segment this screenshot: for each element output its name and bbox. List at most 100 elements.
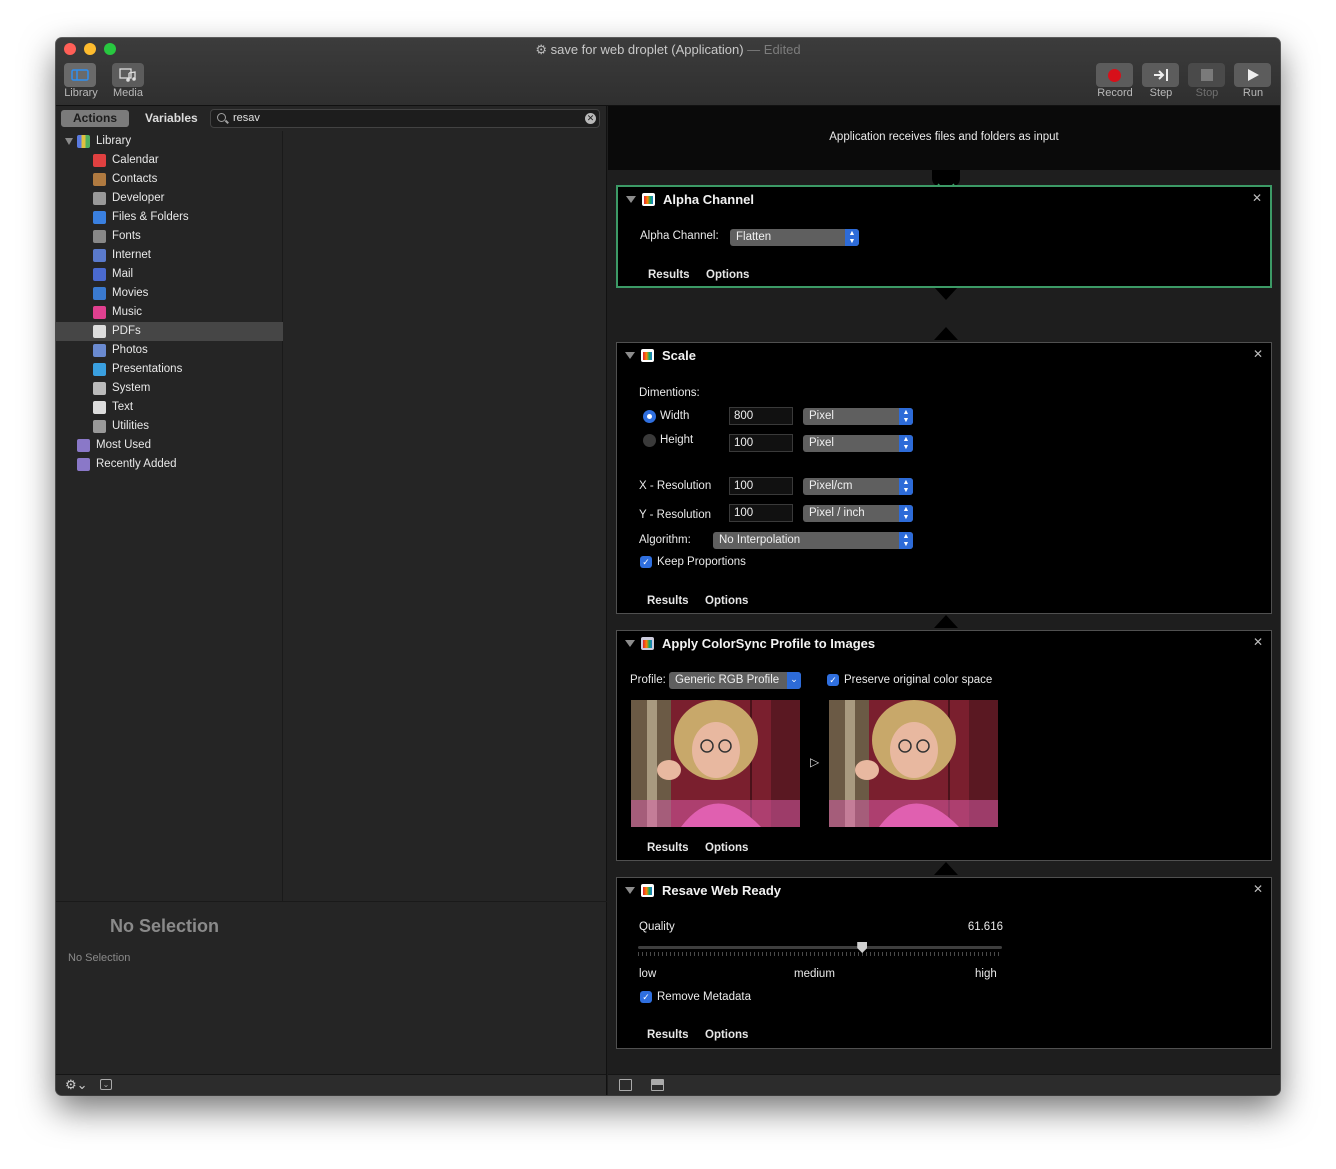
quality-label: Quality — [639, 921, 675, 933]
stop-icon — [1200, 69, 1213, 81]
slider-tick — [774, 952, 775, 956]
slider-tick — [698, 952, 699, 956]
quality-slider[interactable] — [638, 942, 1002, 960]
slider-tick — [650, 952, 651, 956]
width-radio[interactable] — [643, 410, 656, 423]
results-button[interactable]: Results — [648, 269, 690, 281]
girl-photo-icon — [829, 700, 998, 827]
slider-tick — [710, 952, 711, 956]
colorsync-action[interactable]: Apply ColorSync Profile to Images ✕ Prof… — [616, 630, 1272, 861]
close-action-icon[interactable]: ✕ — [1253, 882, 1263, 896]
popup-arrows-icon: ▲ ▼ — [899, 505, 913, 522]
results-button[interactable]: Results — [647, 842, 689, 854]
slider-tick — [926, 952, 927, 956]
x-resolution-unit-value: Pixel/cm — [809, 480, 853, 492]
most-used-label: Most Used — [96, 439, 151, 451]
y-resolution-field[interactable]: 100 — [729, 504, 793, 522]
library-root[interactable]: Library — [56, 132, 283, 151]
resave-web-ready-action[interactable]: Resave Web Ready ✕ Quality 61.616 low me… — [616, 877, 1272, 1049]
close-action-icon[interactable]: ✕ — [1253, 635, 1263, 649]
collapse-chevron-icon[interactable] — [625, 352, 635, 359]
slider-tick — [986, 952, 987, 956]
collapse-chevron-icon[interactable] — [625, 887, 635, 894]
close-action-icon[interactable]: ✕ — [1252, 191, 1262, 205]
height-field[interactable]: 100 — [729, 434, 793, 452]
options-button[interactable]: Options — [705, 842, 748, 854]
library-item-internet[interactable]: Internet — [56, 246, 283, 265]
library-item-calendar[interactable]: Calendar — [56, 151, 283, 170]
collapse-chevron-icon[interactable] — [625, 640, 635, 647]
y-resolution-unit-popup[interactable]: Pixel / inch ▲ ▼ — [803, 505, 913, 522]
library-item-photos[interactable]: Photos — [56, 341, 283, 360]
close-action-icon[interactable]: ✕ — [1253, 347, 1263, 361]
slider-tick — [834, 952, 835, 956]
action-icon — [642, 193, 655, 206]
slider-tick — [798, 952, 799, 956]
library-item-files-folders[interactable]: Files & Folders — [56, 208, 283, 227]
library-item-text[interactable]: Text — [56, 398, 283, 417]
slider-tick — [886, 952, 887, 956]
library-item-label: Text — [112, 401, 134, 413]
options-button[interactable]: Options — [705, 595, 748, 607]
results-button[interactable]: Results — [647, 595, 689, 607]
height-radio[interactable] — [643, 434, 656, 447]
profile-value: Generic RGB Profile — [675, 674, 780, 686]
library-item-movies[interactable]: Movies — [56, 284, 283, 303]
log-view-icon[interactable] — [651, 1079, 664, 1091]
library-root-label: Library — [96, 135, 132, 147]
slider-tick — [638, 952, 639, 956]
slider-tick — [678, 952, 679, 956]
slider-tick — [950, 952, 951, 956]
alpha-channel-popup[interactable]: Flatten ▲ ▼ — [730, 229, 859, 246]
arrow-right-icon: ▷ — [810, 755, 820, 769]
options-button[interactable]: Options — [705, 1029, 748, 1041]
profile-popup[interactable]: Generic RGB Profile ⌄ — [669, 672, 801, 689]
alpha-channel-action[interactable]: Alpha Channel ✕ Alpha Channel: Flatten ▲… — [616, 185, 1272, 288]
remove-metadata-checkbox[interactable]: ✓ — [640, 991, 652, 1003]
step-button[interactable] — [1142, 63, 1179, 87]
most-used-item[interactable]: Most Used — [56, 436, 283, 455]
library-item-fonts[interactable]: Fonts — [56, 227, 283, 246]
x-resolution-unit-popup[interactable]: Pixel/cm ▲ ▼ — [803, 478, 913, 495]
library-item-mail[interactable]: Mail — [56, 265, 283, 284]
list-view-icon[interactable] — [619, 1079, 632, 1091]
library-item-presentations[interactable]: Presentations — [56, 360, 283, 379]
run-button[interactable] — [1234, 63, 1271, 87]
library-toggle-button[interactable] — [64, 63, 96, 87]
library-item-utilities[interactable]: Utilities — [56, 417, 283, 436]
height-unit-popup[interactable]: Pixel ▲ ▼ — [803, 435, 913, 452]
gear-menu-icon[interactable]: ⚙⌄ — [65, 1077, 88, 1093]
collapse-chevron-icon[interactable] — [626, 196, 636, 203]
preserve-color-space-checkbox[interactable]: ✓ — [827, 674, 839, 686]
recently-added-item[interactable]: Recently Added — [56, 455, 283, 474]
disclosure-triangle-icon[interactable] — [65, 138, 73, 145]
slider-ticks — [638, 952, 1002, 956]
library-item-system[interactable]: System — [56, 379, 283, 398]
internet-icon — [93, 249, 106, 262]
results-button[interactable]: Results — [647, 1029, 689, 1041]
library-item-contacts[interactable]: Contacts — [56, 170, 283, 189]
tab-variables[interactable]: Variables — [133, 110, 210, 127]
keep-proportions-checkbox[interactable]: ✓ — [640, 556, 652, 568]
library-item-developer[interactable]: Developer — [56, 189, 283, 208]
algorithm-popup[interactable]: No Interpolation ▲ ▼ — [713, 532, 913, 549]
width-field[interactable]: 800 — [729, 407, 793, 425]
record-button[interactable] — [1096, 63, 1133, 87]
library-item-pdfs[interactable]: PDFs — [56, 322, 283, 341]
library-item-music[interactable]: Music — [56, 303, 283, 322]
tab-actions[interactable]: Actions — [61, 110, 130, 127]
stop-button[interactable] — [1188, 63, 1225, 87]
x-resolution-field[interactable]: 100 — [729, 477, 793, 495]
app-doc-icon: ⚙ — [535, 42, 551, 57]
width-unit-popup[interactable]: Pixel ▲ ▼ — [803, 408, 913, 425]
popup-arrows-icon: ▲ ▼ — [899, 435, 913, 452]
slider-tick — [642, 952, 643, 956]
photos-icon — [93, 344, 106, 357]
scale-action[interactable]: Scale ✕ Dimentions: Width 800 Pixel ▲ ▼ H… — [616, 342, 1272, 614]
search-input[interactable]: resav ✕ — [210, 109, 600, 128]
clear-search-icon[interactable]: ✕ — [585, 113, 596, 124]
options-button[interactable]: Options — [706, 269, 749, 281]
library-icon — [77, 135, 90, 148]
description-toggle-icon[interactable]: ⌄ — [100, 1079, 112, 1090]
media-button[interactable] — [112, 63, 144, 87]
